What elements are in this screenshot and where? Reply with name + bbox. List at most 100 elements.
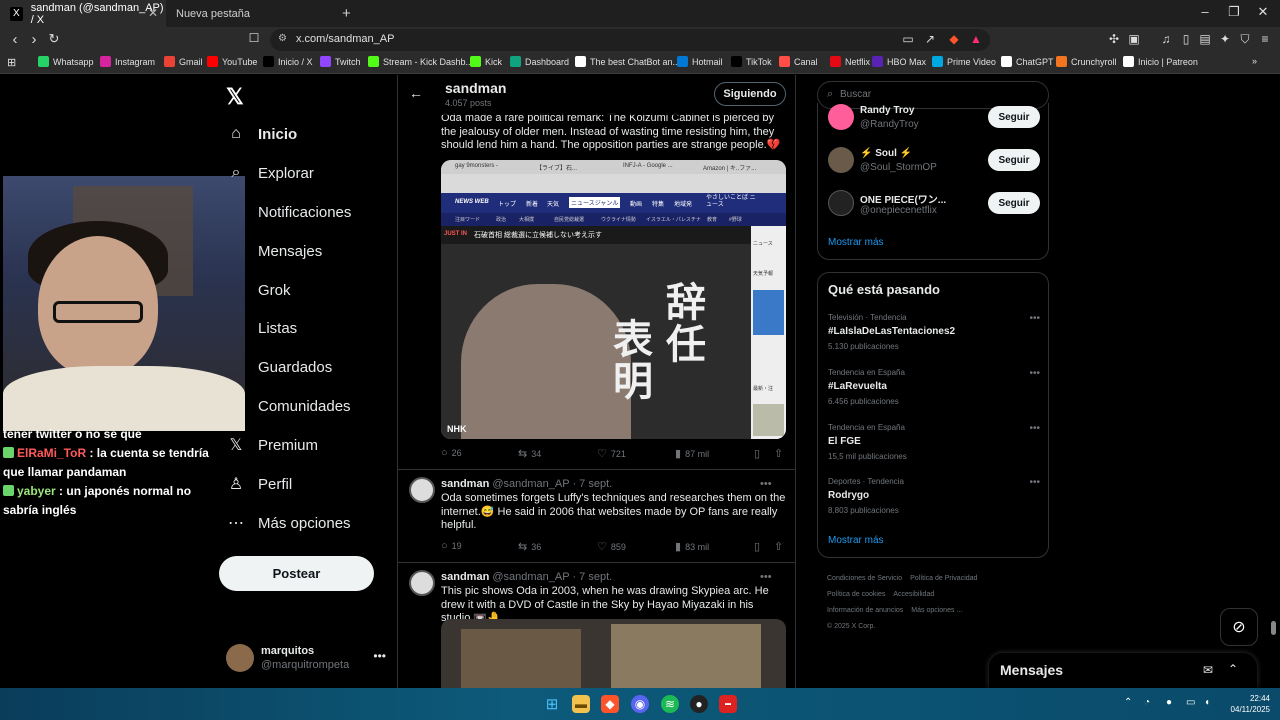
forward-icon[interactable]: › xyxy=(25,31,43,48)
reply-button[interactable]: ○ 19 xyxy=(441,540,462,552)
spotify-icon[interactable]: ≋ xyxy=(661,695,679,713)
post-button[interactable]: Postear xyxy=(219,556,374,591)
repost-button[interactable]: ⇆ 36 xyxy=(518,540,541,553)
tweet-image[interactable] xyxy=(441,619,786,688)
new-tab-button[interactable]: + xyxy=(332,0,352,27)
footer-link[interactable]: Más opciones ... xyxy=(911,607,962,614)
apps-grid-icon[interactable]: ⊞ xyxy=(7,56,16,69)
nav-item-notificaciones[interactable]: Notificaciones xyxy=(226,200,351,224)
sidebar-icon[interactable]: ▯ xyxy=(1178,32,1194,46)
url-bar[interactable]: ⚙ x.com/sandman_AP xyxy=(270,29,990,51)
back-arrow-icon[interactable]: ← xyxy=(409,85,423,101)
show-more-link[interactable]: Mostrar más xyxy=(828,535,884,546)
brave-shield-icon[interactable]: ◆ xyxy=(946,32,962,46)
microphone-icon[interactable]: ● xyxy=(1166,697,1172,708)
trend-more-icon[interactable]: ••• xyxy=(1029,477,1040,488)
nav-item-guardados[interactable]: Guardados xyxy=(226,355,332,379)
wallet-icon[interactable]: ▤ xyxy=(1197,32,1213,46)
system-clock[interactable]: 22:44 04/11/2025 xyxy=(1222,693,1270,715)
share-tweet-button[interactable]: ⇧ xyxy=(774,540,787,553)
maximize-icon[interactable]: ❐ xyxy=(1224,4,1244,20)
follow-button[interactable]: Seguir xyxy=(988,106,1040,128)
reply-button[interactable]: ○ 26 xyxy=(441,447,462,459)
windows-start-icon[interactable]: ⊞ xyxy=(543,695,561,713)
follow-button[interactable]: Seguir xyxy=(988,149,1040,171)
like-button[interactable]: ♡ 721 xyxy=(597,447,626,460)
back-icon[interactable]: ‹ xyxy=(6,31,24,48)
brave-rewards-icon[interactable]: ▲ xyxy=(968,32,984,46)
bookmark-item[interactable]: Inicio / X xyxy=(263,56,313,67)
bookmark-item[interactable]: The best ChatBot an... xyxy=(575,56,680,67)
bookmark-item[interactable]: Instagram xyxy=(100,56,155,67)
network-icon[interactable]: ◔ xyxy=(1144,697,1150,708)
nav-item-mas-opciones[interactable]: ⋯ Más opciones xyxy=(226,511,351,535)
bookmark-item[interactable]: YouTube xyxy=(207,56,257,67)
messages-dock[interactable]: Mensajes ✉ ⌃ xyxy=(989,653,1257,688)
bookmark-item[interactable]: Netflix xyxy=(830,56,870,67)
nav-item-premium[interactable]: 𝕏 Premium xyxy=(226,433,318,457)
tab-active[interactable]: X sandman (@sandman_AP) / X ✕ xyxy=(0,0,166,27)
bookmark-item[interactable]: Whatsapp xyxy=(38,56,94,67)
tweet-more-icon[interactable]: ••• xyxy=(760,478,772,490)
extensions-icon[interactable]: ✣ xyxy=(1106,32,1122,46)
cast-icon[interactable]: ▭ xyxy=(900,32,916,46)
new-message-icon[interactable]: ✉ xyxy=(1203,663,1213,677)
trend-more-icon[interactable]: ••• xyxy=(1029,423,1040,434)
like-button[interactable]: ♡ 859 xyxy=(597,540,626,553)
bookmark-item[interactable]: ChatGPT xyxy=(1001,56,1054,67)
reload-icon[interactable]: ↻ xyxy=(45,31,63,47)
media-icon[interactable]: ♫ xyxy=(1158,32,1174,46)
volume-icon[interactable]: ◖ xyxy=(1204,697,1210,708)
minimize-icon[interactable]: – xyxy=(1195,4,1215,19)
grok-button[interactable]: ⊘ xyxy=(1220,608,1258,646)
site-info-icon[interactable]: ⚙ xyxy=(278,33,287,44)
tweet-image[interactable]: gay 9monsters - 【ライブ】石... INFJ-A - Googl… xyxy=(441,160,786,439)
bookmarks-overflow-icon[interactable]: » xyxy=(1252,56,1257,66)
bookmark-item[interactable]: Dashboard xyxy=(510,56,569,67)
bookmark-item[interactable]: Twitch xyxy=(320,56,361,67)
trend-item[interactable]: Tendencia en España #LaRevuelta 6.456 pu… xyxy=(828,368,1040,412)
nav-item-grok[interactable]: Grok xyxy=(226,278,291,302)
footer-link[interactable]: Política de cookies xyxy=(827,591,885,598)
follow-suggestion[interactable]: Randy Troy @RandyTroy Seguir xyxy=(828,103,1040,133)
obs-icon[interactable]: ● xyxy=(690,695,708,713)
close-tab-icon[interactable]: ✕ xyxy=(148,6,158,20)
trend-item[interactable]: Deportes · Tendencia Rodrygo 8.803 publi… xyxy=(828,477,1040,521)
footer-link[interactable]: Accesibilidad xyxy=(893,591,934,598)
close-window-icon[interactable]: ✕ xyxy=(1253,4,1273,20)
repost-button[interactable]: ⇆ 34 xyxy=(518,447,541,460)
expand-icon[interactable]: ⌃ xyxy=(1228,662,1238,676)
avatar[interactable] xyxy=(409,570,435,596)
trend-item[interactable]: Tendencia en España El FGE 15,5 mil publ… xyxy=(828,423,1040,467)
bookmark-icon[interactable]: ☐ xyxy=(245,31,263,45)
bookmark-item[interactable]: Hotmail xyxy=(677,56,723,67)
follow-suggestion[interactable]: ONE PIECE(ワン... @onepiecenetflix Seguir xyxy=(828,189,1040,219)
share-icon[interactable]: ↗ xyxy=(922,32,938,46)
nav-item-comunidades[interactable]: Comunidades xyxy=(226,394,351,418)
trend-item[interactable]: Televisión · Tendencia #LaIslaDeLasTenta… xyxy=(828,313,1040,357)
bookmark-item[interactable]: Gmail xyxy=(164,56,203,67)
screenshot-icon[interactable]: ▣ xyxy=(1126,32,1142,46)
nav-item-mensajes[interactable]: Mensajes xyxy=(226,239,322,263)
tweet-more-icon[interactable]: ••• xyxy=(760,571,772,583)
bookmark-item[interactable]: HBO Max xyxy=(872,56,926,67)
nav-item-inicio[interactable]: ⌂ Inicio xyxy=(226,122,297,146)
show-more-link[interactable]: Mostrar más xyxy=(828,237,884,248)
follow-button[interactable]: Seguir xyxy=(988,192,1040,214)
menu-icon[interactable]: ≡ xyxy=(1257,32,1273,46)
avatar[interactable] xyxy=(409,477,435,503)
footer-link[interactable]: Política de Privacidad xyxy=(910,575,977,582)
leo-icon[interactable]: ✦ xyxy=(1217,32,1233,46)
footer-link[interactable]: Condiciones de Servicio xyxy=(827,575,902,582)
bookmark-item[interactable]: Kick xyxy=(470,56,502,67)
x-logo-icon[interactable]: 𝕏 xyxy=(226,84,244,110)
views-button[interactable]: ▮ 83 mil xyxy=(675,540,709,553)
following-button[interactable]: Siguiendo xyxy=(714,82,786,106)
nav-item-listas[interactable]: Listas xyxy=(226,316,297,340)
file-explorer-icon[interactable]: ▬ xyxy=(572,695,590,713)
tray-expand-icon[interactable]: ⌃ xyxy=(1124,697,1132,708)
more-icon[interactable]: ••• xyxy=(373,649,386,663)
bookmark-item[interactable]: Crunchyroll xyxy=(1056,56,1117,67)
vpn-icon[interactable]: ⛉ xyxy=(1237,32,1253,47)
bookmark-item[interactable]: Prime Video xyxy=(932,56,996,67)
